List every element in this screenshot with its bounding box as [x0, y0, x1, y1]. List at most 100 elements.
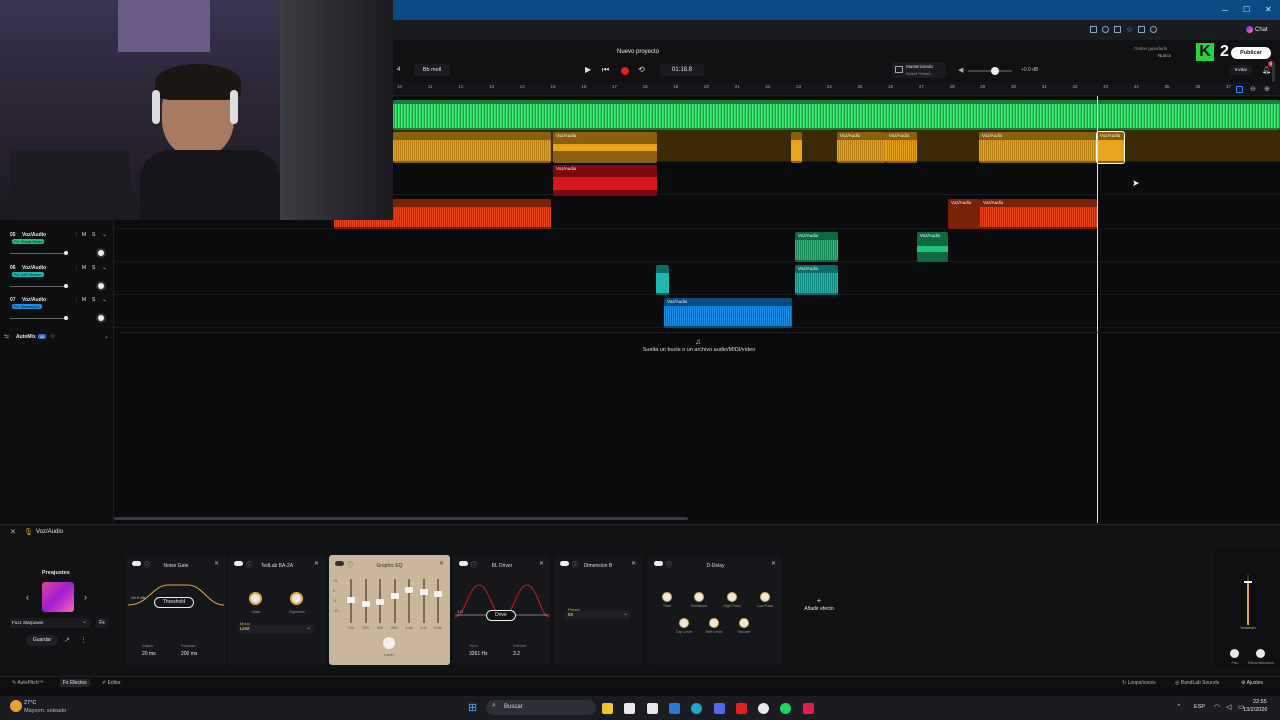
calendar-app-icon[interactable] — [624, 703, 636, 714]
dimension-b-card[interactable]: ⓘ Dimension B ✕ Preset 03 ⌄ — [554, 555, 642, 665]
chevron-down-icon[interactable]: ⌄ — [102, 296, 107, 303]
notifications-bell-icon[interactable]: 🔔︎ — [1262, 66, 1271, 74]
youtube-icon[interactable] — [735, 703, 747, 714]
track-pan-knob[interactable] — [96, 248, 106, 258]
eq-band[interactable]: 400 — [374, 577, 386, 635]
maximize-button[interactable]: ☐ — [1243, 5, 1250, 14]
track-pan-knob[interactable] — [96, 281, 106, 291]
more-options-icon[interactable]: ⋮ — [80, 636, 87, 644]
settings-tab[interactable]: ⚙ Ajustes — [1241, 680, 1263, 686]
preset-artwork[interactable] — [42, 582, 74, 612]
mail-icon[interactable] — [668, 703, 680, 714]
audio-clip[interactable] — [393, 100, 1280, 130]
audio-clip[interactable]: Voz/Audio — [795, 265, 838, 295]
zoom-icon[interactable] — [1102, 26, 1109, 33]
level-knob[interactable] — [383, 637, 395, 649]
track-lane[interactable] — [393, 163, 1280, 195]
vertical-scrollbar[interactable] — [1272, 62, 1275, 82]
eq-band-handle[interactable] — [390, 593, 399, 599]
pan-knob[interactable] — [1230, 649, 1239, 658]
track-volume-slider[interactable] — [10, 284, 68, 288]
project-title[interactable]: Nuevo proyecto — [617, 49, 659, 55]
eq-band-handle[interactable] — [361, 601, 370, 607]
close-panel-icon[interactable]: ✕ — [10, 528, 16, 536]
delay-knob[interactable] — [760, 592, 770, 602]
remove-effect-icon[interactable]: ✕ — [439, 560, 444, 567]
split-screen-icon[interactable] — [1138, 26, 1145, 33]
windows-start-icon[interactable]: ⊞ — [468, 701, 477, 714]
track-volume-thumb[interactable] — [64, 284, 68, 288]
read-aloud-icon[interactable] — [1114, 26, 1121, 33]
taskbar-search[interactable]: ⌕ Buscar — [486, 700, 596, 715]
next-preset-icon[interactable]: › — [84, 592, 87, 602]
track-volume-slider[interactable] — [10, 251, 68, 255]
track-fx-badge[interactable]: Fx: Dimension — [12, 304, 42, 309]
mastering-button[interactable]: Masterizando Select Preset › — [892, 62, 946, 78]
audio-clip[interactable]: Voz/Audio — [795, 232, 838, 262]
fx-settings-icon[interactable]: Fx — [96, 618, 108, 628]
chevron-down-icon[interactable]: ⌄ — [102, 231, 107, 238]
gain-knob[interactable] — [249, 592, 262, 605]
mute-button[interactable]: M — [82, 265, 86, 271]
audio-clip[interactable]: Voz/Audio — [553, 165, 657, 196]
volume-slider-thumb[interactable] — [991, 67, 999, 75]
master-volume-slider[interactable] — [968, 67, 1012, 75]
reverb-knob[interactable] — [1256, 649, 1265, 658]
track-name[interactable]: Voz/Audio — [22, 265, 46, 271]
track-volume-thumb[interactable] — [64, 251, 68, 255]
track-lane[interactable] — [114, 263, 1280, 295]
more-options-icon[interactable]: ⋮ — [74, 265, 79, 271]
file-explorer-icon[interactable] — [602, 703, 613, 714]
key-number[interactable]: 4 — [397, 67, 400, 73]
speaker-icon[interactable]: ◀ — [958, 66, 963, 74]
eq-band-handle[interactable] — [347, 597, 355, 603]
tedlab-card[interactable]: ⓘ TedLab BA-2A ✕ Gain Squeeze Modo Limit… — [228, 555, 326, 665]
eq-band-handle[interactable] — [376, 599, 384, 605]
drop-zone[interactable]: ♫ Suelta un bucle o un archivo audio/MID… — [120, 332, 1280, 360]
record-button[interactable] — [621, 67, 629, 75]
delay-knob[interactable] — [662, 592, 672, 602]
audio-clip[interactable]: Voz/Audio — [917, 232, 948, 262]
automix-row[interactable]: ⇆ AutoMix IA ☆ ⌄ — [4, 333, 112, 342]
track-lane[interactable] — [114, 230, 1280, 262]
clock-date[interactable]: 13/2/2026 — [1243, 707, 1267, 713]
release-value[interactable]: 200 ms — [181, 651, 197, 657]
zoom-out-icon[interactable]: ⊖ — [1250, 85, 1256, 93]
audio-clip[interactable]: Voz/Audio — [979, 132, 1097, 163]
rewind-button[interactable]: ⏮ — [602, 65, 609, 75]
volume-fader-thumb[interactable] — [1244, 581, 1252, 583]
track-fx-badge[interactable]: Fx: LoFi Dream — [12, 272, 44, 277]
graphic-eq-card[interactable]: ⓘ Graphic EQ ✕ +5 0 -5 -10 100 200 400 800 1.6k… — [329, 555, 450, 665]
dimension-preset-select[interactable]: 03 ⌄ — [566, 611, 630, 619]
eq-band[interactable]: 6.4k — [432, 577, 444, 635]
chevron-up-icon[interactable]: ⌃ — [1176, 703, 1182, 711]
clock-time[interactable]: 22:55 — [1253, 699, 1267, 705]
eq-band[interactable]: 3.2k — [418, 577, 430, 635]
track-header[interactable]: 05 Voz/Audio Fx: Cloud Verse ⋮ M S ⌄ — [4, 232, 112, 262]
invite-button[interactable]: Invitar — [1230, 65, 1252, 75]
audio-clip[interactable]: Voz/Audio — [948, 199, 980, 229]
volume-fader[interactable] — [1244, 575, 1252, 625]
minimize-button[interactable]: ─ — [1222, 6, 1228, 15]
drive-control[interactable]: Drive — [486, 610, 516, 621]
eq-band[interactable]: 200 — [360, 577, 372, 635]
close-window-button[interactable]: ✕ — [1265, 5, 1272, 14]
chevron-down-icon[interactable]: ⌄ — [102, 264, 107, 271]
share-icon[interactable]: ↗ — [64, 636, 70, 644]
track-header[interactable]: 07 Voz/Audio Fx: Dimension ⋮ M S ⌄ — [4, 297, 112, 327]
weather-icon[interactable] — [10, 700, 22, 712]
horizontal-scrollbar[interactable] — [114, 517, 688, 520]
mute-button[interactable]: M — [82, 232, 86, 238]
eq-band[interactable]: 1.6k — [403, 577, 415, 635]
save-preset-button[interactable]: Guardar — [26, 635, 58, 646]
previous-preset-icon[interactable]: ‹ — [26, 592, 29, 602]
delay-knob[interactable] — [694, 592, 704, 602]
remove-effect-icon[interactable]: ✕ — [631, 560, 636, 567]
track-header[interactable]: 06 Voz/Audio Fx: LoFi Dream ⋮ M S ⌄ — [4, 265, 112, 295]
eq-band-handle[interactable] — [419, 589, 428, 595]
noise-gate-card[interactable]: ⓘ Noise Gate ✕ -44.0 dB Threshold Attack… — [126, 555, 226, 665]
key-selector[interactable]: Bb moll — [414, 64, 450, 76]
remove-effect-icon[interactable]: ✕ — [214, 560, 219, 567]
add-effect-button[interactable]: + Añadir efecto — [793, 596, 845, 612]
track-name[interactable]: Voz/Audio — [22, 297, 46, 303]
